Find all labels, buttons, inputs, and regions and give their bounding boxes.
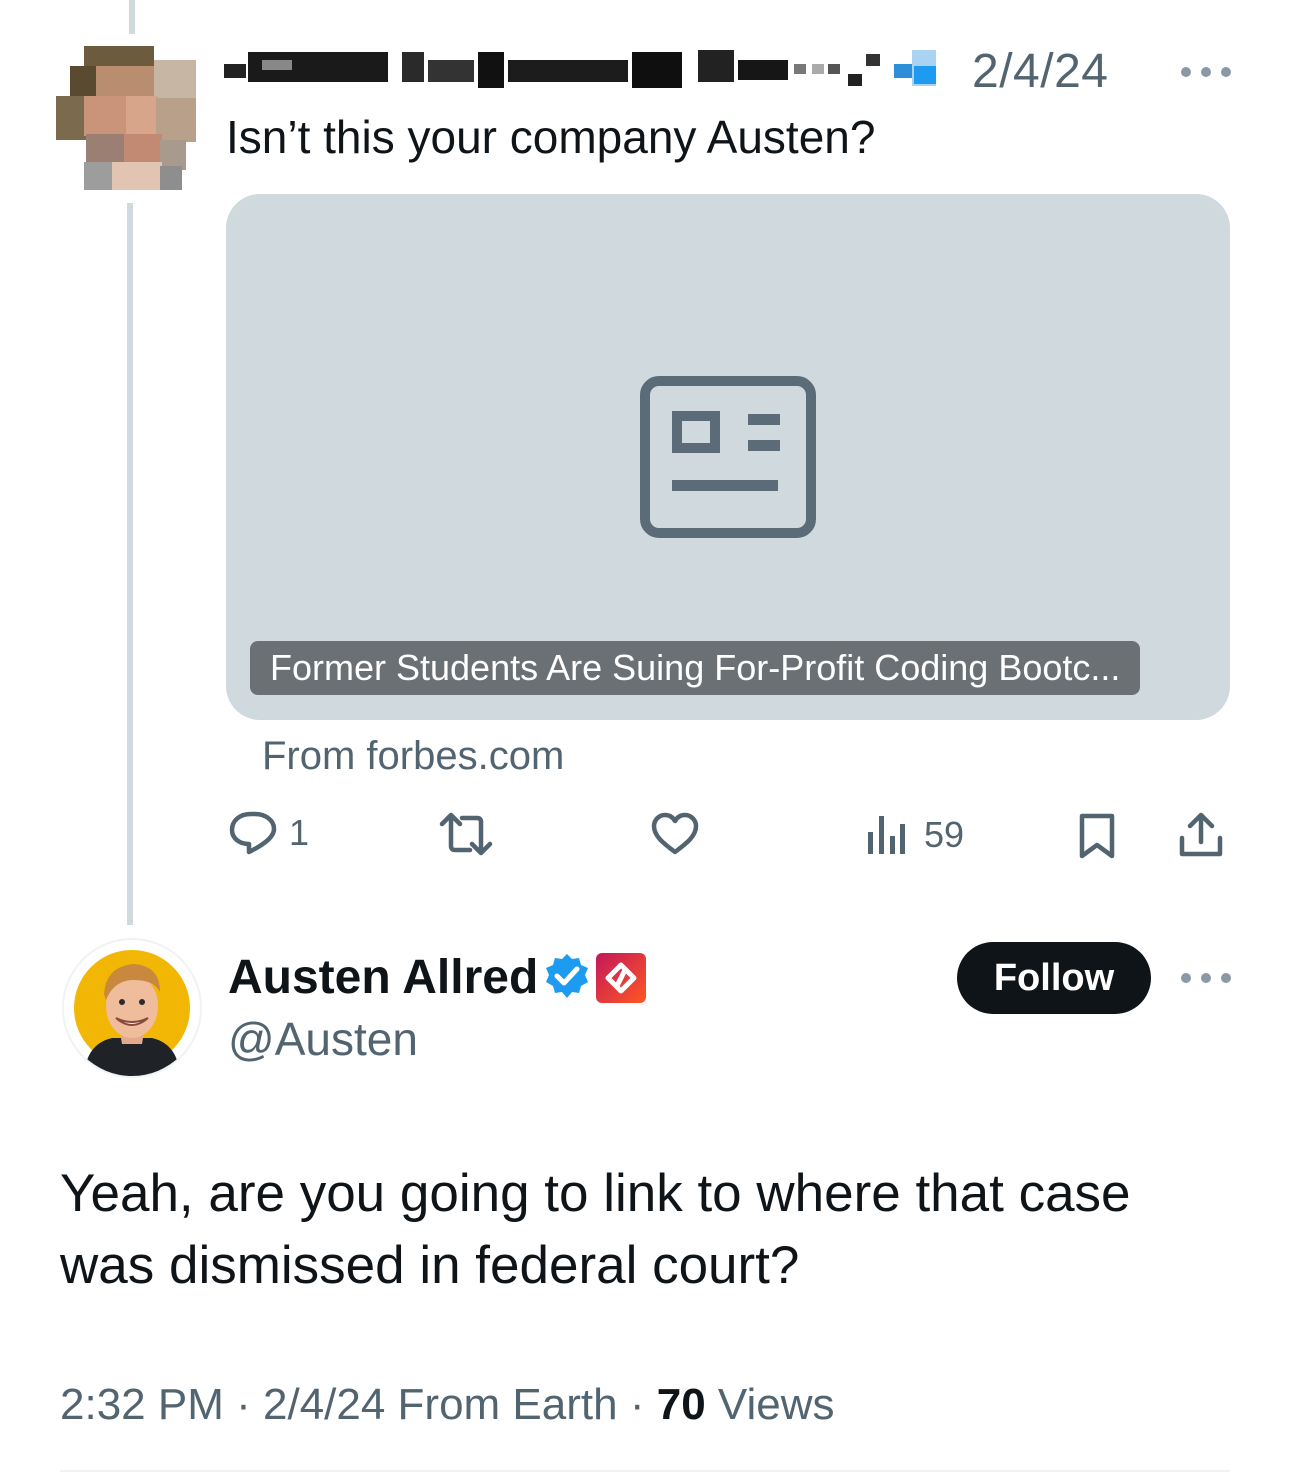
meta-separator: ·	[629, 1380, 645, 1429]
parent-tweet-text: Isn’t this your company Austen?	[226, 111, 876, 163]
tweet-date-location: 2/4/24 From Earth	[263, 1380, 618, 1429]
view-count: 59	[924, 814, 965, 855]
share-icon	[1179, 812, 1223, 857]
retweet-icon	[439, 812, 493, 856]
tweet-time[interactable]: 2:32 PM	[60, 1380, 224, 1429]
avatar-illustration	[74, 950, 190, 1076]
reply-icon	[229, 811, 277, 855]
views-label: Views	[717, 1380, 835, 1429]
retweet-button[interactable]	[438, 812, 494, 856]
like-button[interactable]	[651, 812, 699, 856]
share-button[interactable]	[1178, 812, 1224, 858]
views-button[interactable]: 59	[866, 814, 964, 856]
follow-button[interactable]: Follow	[957, 942, 1151, 1014]
parent-more-icon[interactable]	[1181, 62, 1231, 82]
tweet-meta: 2:32 PM · 2/4/24 From Earth · 70 Views	[60, 1380, 835, 1430]
affiliate-badge-icon[interactable]	[596, 953, 646, 1003]
link-card[interactable]: Former Students Are Suing For-Profit Cod…	[226, 194, 1230, 720]
article-icon	[640, 376, 816, 538]
reply-more-icon[interactable]	[1181, 968, 1231, 988]
reply-author-name[interactable]: Austen Allred	[228, 950, 538, 1005]
parent-tweet-date[interactable]: 2/4/24	[972, 44, 1108, 99]
parent-author-name[interactable]	[222, 46, 942, 94]
reply-author-avatar[interactable]	[62, 938, 202, 1078]
reply-author-handle[interactable]: @Austen	[228, 1012, 418, 1066]
meta-separator: ·	[236, 1380, 251, 1429]
bookmark-icon	[1079, 813, 1115, 859]
heart-icon	[651, 812, 699, 855]
thread-line-top	[126, 0, 138, 34]
bookmark-button[interactable]	[1078, 812, 1116, 860]
thread-line	[127, 203, 133, 925]
divider	[60, 1470, 1230, 1472]
views-count: 70	[656, 1380, 706, 1429]
parent-avatar[interactable]	[56, 46, 196, 191]
card-source[interactable]: From forbes.com	[262, 734, 564, 779]
card-headline: Former Students Are Suing For-Profit Cod…	[250, 641, 1141, 695]
bar-chart-icon	[868, 816, 905, 854]
reply-tweet-text: Yeah, are you going to link to where tha…	[60, 1164, 1131, 1295]
reply-button[interactable]: 1	[229, 810, 309, 856]
reply-count: 1	[289, 812, 310, 853]
verified-badge-icon	[546, 954, 588, 998]
